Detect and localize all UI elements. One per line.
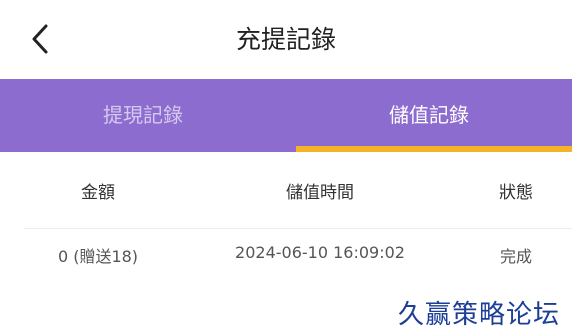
forum-watermark: 久赢策略论坛 bbox=[397, 300, 560, 330]
column-header-deposit-time: 儲值時間 bbox=[286, 183, 354, 203]
header-divider bbox=[24, 228, 572, 229]
top-bar: 充提記錄 bbox=[0, 0, 572, 79]
tab-deposit-records[interactable]: 儲值記錄 bbox=[286, 79, 572, 152]
active-tab-indicator bbox=[296, 146, 572, 152]
cell-status: 完成 bbox=[499, 247, 532, 266]
cell-deposit-time: 2024-06-10 16:09:02 bbox=[235, 243, 405, 262]
page-title: 充提記錄 bbox=[235, 25, 336, 54]
column-header-status: 狀態 bbox=[499, 183, 533, 203]
tab-withdraw-records[interactable]: 提現記錄 bbox=[0, 79, 286, 152]
column-header-amount: 金額 bbox=[81, 183, 115, 203]
tab-bar: 提現記錄 儲值記錄 bbox=[0, 79, 572, 152]
cell-amount: 0 (贈送18) bbox=[57, 247, 139, 266]
